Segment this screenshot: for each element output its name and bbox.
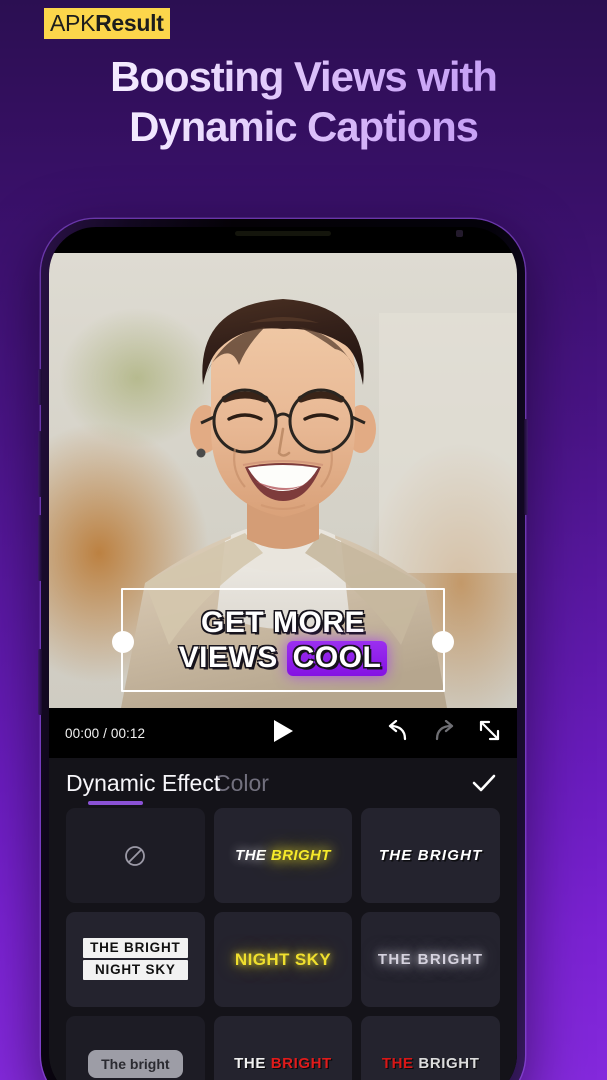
phone-front-camera-icon	[456, 230, 463, 237]
effect-label: NIGHT SKY	[234, 949, 332, 969]
effect-label-part-a: THE	[234, 1054, 271, 1072]
effect-label-part-b: BRIGHT	[418, 1054, 480, 1072]
check-icon[interactable]	[471, 772, 497, 799]
effect-thumb-none[interactable]	[66, 808, 205, 903]
headline-line-1: Boosting Views with	[0, 52, 607, 102]
effect-label-part-b: BRIGHT	[270, 846, 331, 864]
effect-label: THE BRIGHT	[235, 847, 331, 865]
no-effect-icon	[124, 845, 146, 867]
effect-thumb-red-accent[interactable]: THE BRIGHT	[213, 1016, 353, 1080]
effect-label: THE BRIGHT	[234, 1055, 332, 1073]
phone-volume-up-button[interactable]	[38, 431, 42, 497]
phone-extra-button[interactable]	[38, 649, 42, 715]
playback-controls: 00:00 / 00:12	[49, 708, 517, 758]
effect-label-part-b: BRIGHT	[270, 1054, 332, 1072]
caption-selection-frame[interactable]: GET MORE VIEWS COOL	[112, 588, 454, 692]
effect-thumb-night-sky[interactable]: NIGHT SKY	[213, 912, 353, 1007]
caption-line-1: GET MORE	[200, 605, 365, 639]
effect-label: THE BRIGHT	[378, 846, 483, 864]
play-icon[interactable]	[272, 719, 294, 748]
effect-thumb-grey-pill[interactable]: The bright	[66, 1016, 205, 1080]
effect-label-part-a: THE	[235, 846, 271, 864]
caption-plain-word: VIEWS	[178, 640, 278, 674]
brand-suffix: Result	[95, 10, 164, 36]
undo-icon[interactable]	[386, 719, 410, 747]
effect-thumb-grey-glow[interactable]: THE BRIGHT	[361, 912, 500, 1007]
effect-label: THE BRIGHT NIGHT SKY	[83, 937, 188, 982]
phone-power-button[interactable]	[524, 419, 528, 515]
brand-prefix: APK	[50, 10, 96, 36]
effect-label-part-a: THE	[381, 1054, 419, 1072]
phone-screen: GET MORE VIEWS COOL 00:00 / 00:12 Color …	[49, 227, 517, 1080]
effect-label-part-a: THE BRIGHT	[83, 937, 188, 958]
playback-time: 00:00 / 00:12	[65, 725, 146, 741]
effect-label: THE BRIGHT	[377, 950, 484, 968]
tab-color[interactable]: Color	[214, 768, 269, 798]
phone-volume-down-button[interactable]	[38, 515, 42, 581]
effects-panel: Color Dynamic Effect THE BRIGHT THE BRIG…	[49, 758, 517, 1080]
video-preview[interactable]: GET MORE VIEWS COOL	[49, 253, 517, 708]
phone-silent-switch[interactable]	[38, 369, 42, 405]
caption-text: GET MORE VIEWS COOL	[123, 590, 443, 690]
page-title: Boosting Views with Dynamic Captions	[0, 52, 607, 152]
effect-thumb-bright-glow[interactable]: THE BRIGHT	[213, 808, 353, 903]
brand-logo: APKResult	[44, 8, 170, 39]
phone-mockup: GET MORE VIEWS COOL 00:00 / 00:12 Color …	[38, 219, 528, 1080]
effect-label: THE BRIGHT	[382, 1055, 480, 1073]
effect-label: The bright	[88, 1049, 183, 1078]
caption-highlight-word: COOL	[286, 640, 388, 676]
phone-earpiece	[235, 231, 331, 236]
fullscreen-icon[interactable]	[478, 719, 501, 747]
caption-line-2: VIEWS COOL	[178, 640, 388, 676]
tab-active-indicator	[88, 801, 143, 805]
tab-dynamic-effect[interactable]: Dynamic Effect	[66, 768, 220, 798]
effect-thumb-red-lead[interactable]: THE BRIGHT	[361, 1016, 500, 1080]
effects-grid: THE BRIGHT THE BRIGHT THE BRIGHT NIGHT S…	[66, 808, 500, 1080]
effect-label-part-b: NIGHT SKY	[83, 959, 188, 980]
redo-icon[interactable]	[432, 719, 456, 747]
effect-thumb-box-stack[interactable]: THE BRIGHT NIGHT SKY	[66, 912, 205, 1007]
headline-line-2: Dynamic Captions	[0, 102, 607, 152]
effect-thumb-bright-bold[interactable]: THE BRIGHT	[361, 808, 500, 903]
panel-tab-bar: Color Dynamic Effect	[49, 758, 517, 808]
